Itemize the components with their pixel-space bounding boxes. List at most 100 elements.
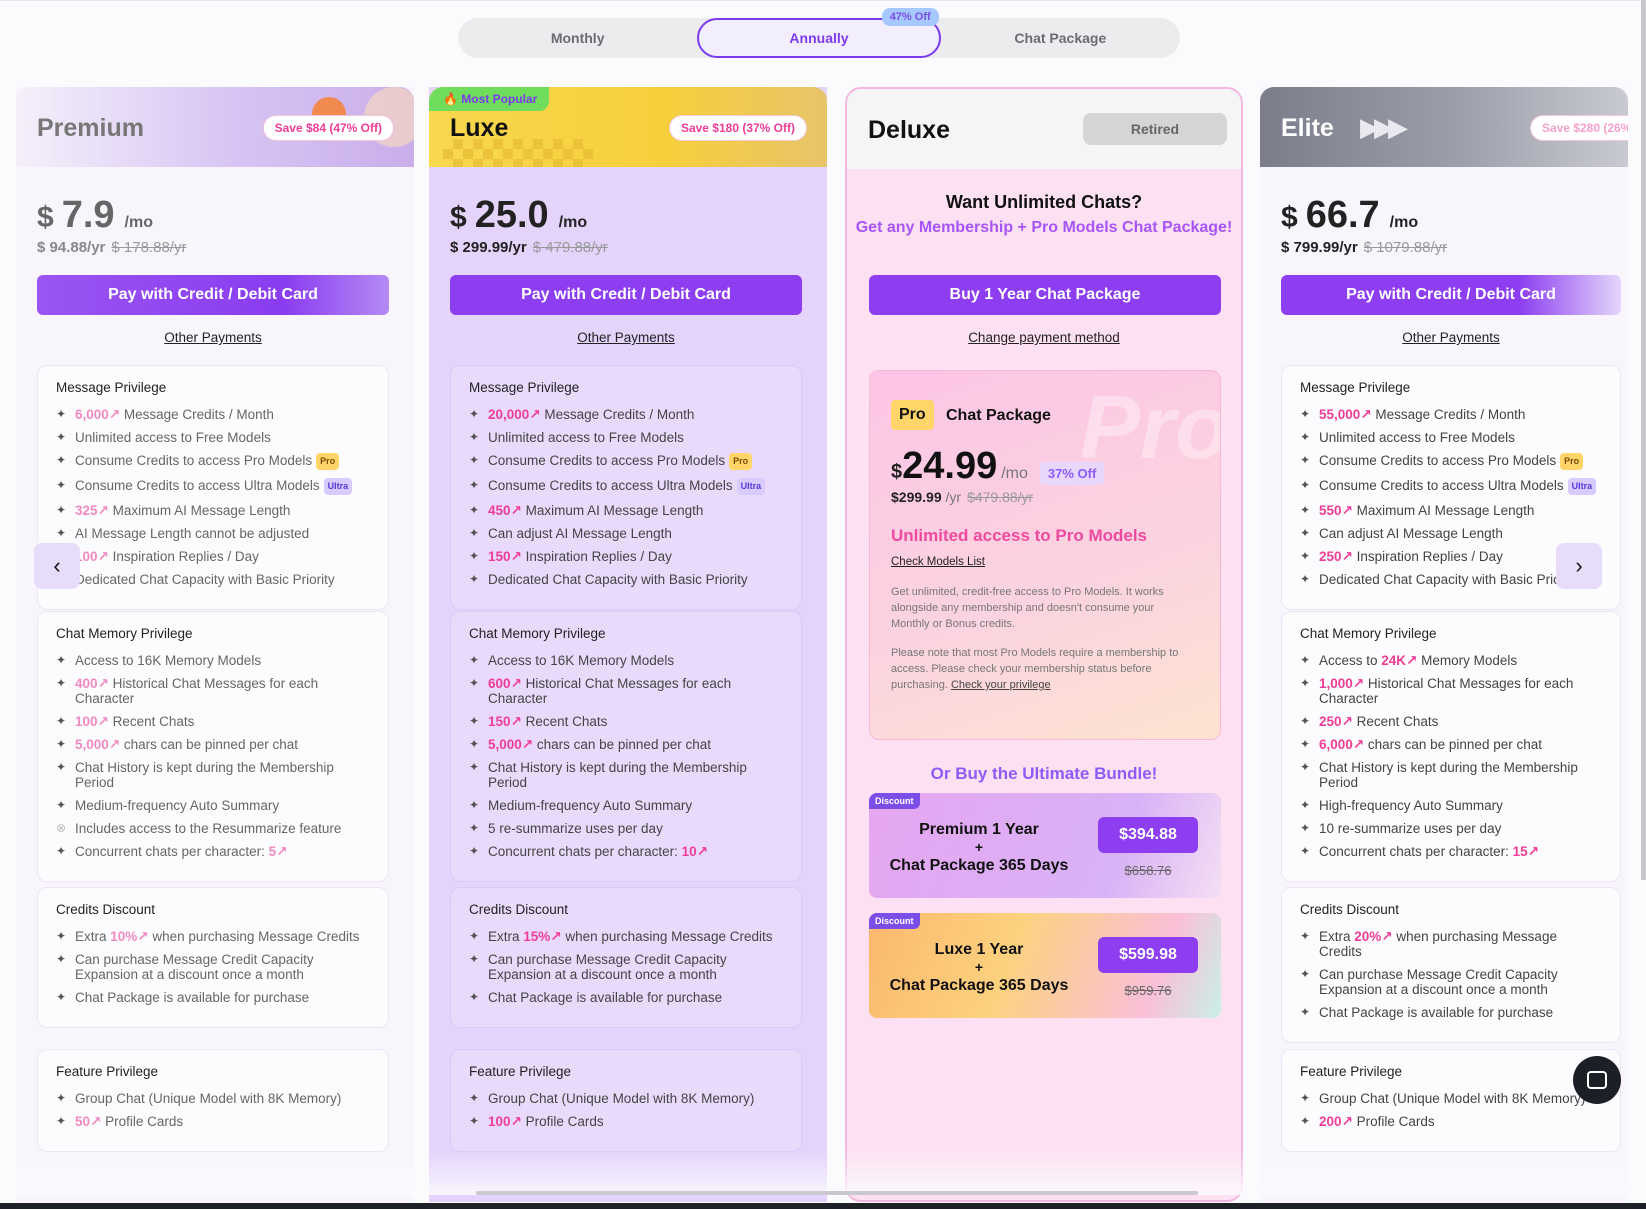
bundle-old-price: $658.76 [1124,863,1172,878]
privilege-item: Consume Credits to access Ultra ModelsUl… [56,478,370,495]
privilege-item: 6,000↗ Message Credits / Month [56,407,370,422]
highlight-value: 10 [681,844,697,859]
pro-chip: Pro [891,400,934,430]
privilege-item: Unlimited access to Free Models [469,430,783,445]
privilege-item: AI Message Length cannot be adjusted [56,526,370,541]
horizontal-scrollbar[interactable] [476,1191,1198,1195]
chat-bubble-icon[interactable] [1573,1056,1621,1104]
feature-privilege-section: Feature Privilege Group Chat (Unique Mode… [450,1049,802,1152]
privilege-item: Access to 16K Memory Models [469,653,783,668]
chat-memory-section: Chat Memory PrivilegeAccess to 24K↗ Memo… [1281,611,1621,882]
privilege-item: 5 re-summarize uses per day [469,821,783,836]
up-arrow-icon: ↗ [1381,929,1393,944]
yearly-price: $ 94.88/yr $ 178.88/yr [37,239,186,256]
other-payments-link[interactable]: Other Payments [37,330,389,345]
pay-card-button[interactable]: Pay with Credit / Debit Card [37,275,389,315]
pro-tag: Pro [729,453,753,470]
privilege-item: 50↗ Profile Cards [56,1114,370,1129]
privilege-item: 325↗ Maximum AI Message Length [56,503,370,518]
privilege-text: Unlimited access to Free Models [75,430,271,445]
up-arrow-icon: ↗ [1341,714,1353,729]
price-period: /mo [1001,465,1028,482]
chevron-left-icon[interactable]: ‹ [34,543,80,589]
privilege-item: Chat History is kept during the Membersh… [1300,760,1602,790]
privilege-text: Dedicated Chat Capacity with Basic Prior… [1319,572,1579,587]
yearly-old-price: $ 479.88/yr [532,239,608,256]
privilege-text: Historical Chat Messages for each Charac… [75,676,319,706]
privilege-text: Group Chat (Unique Model with 8K Memory) [75,1091,342,1106]
highlight-value: 20% [1354,929,1382,944]
section-title: Feature Privilege [56,1064,159,1079]
privilege-item: Includes access to the Resummarize featu… [56,821,370,836]
bundle-luxe[interactable]: Discount Luxe 1 Year + Chat Package 365 … [869,913,1221,1018]
unlimited-pro-heading: Unlimited access to Pro Models [891,526,1148,545]
plan-header: Premium Save $84 (47% Off) [16,87,414,167]
privilege-text: Unlimited access to Free Models [1319,430,1515,445]
pay-card-button[interactable]: Pay with Credit / Debit Card [450,275,802,315]
highlight-value: 150 [488,549,511,564]
plan-card-deluxe: Deluxe Retired Want Unlimited Chats? Get… [845,87,1243,1202]
chat-package-note: Please note that most Pro Models require… [891,645,1181,693]
privilege-item: 150↗ Recent Chats [469,714,783,729]
vertical-scrollbar[interactable] [1641,0,1646,880]
bundle-premium[interactable]: Discount Premium 1 Year + Chat Package 3… [869,793,1221,898]
section-title: Message Privilege [56,380,167,395]
bundle-price-button[interactable]: $599.98 [1098,937,1198,973]
privilege-text: 10 re-summarize uses per day [1319,821,1502,836]
privilege-list: Access to 24K↗ Memory Models1,000↗ Histo… [1300,653,1602,859]
tab-monthly[interactable]: Monthly [458,18,697,58]
privilege-item: Access to 24K↗ Memory Models [1300,653,1602,668]
bundle-plus: + [974,959,984,975]
other-payments-link[interactable]: Other Payments [450,330,802,345]
credits-discount-section: Credits Discount Extra 10%↗ when purchasi… [37,887,389,1028]
check-models-list-link[interactable]: Check Models List [891,556,985,568]
plan-name: Elite [1281,114,1334,142]
retired-badge: Retired [1083,113,1227,145]
price: $ 25.0 /mo [450,194,587,237]
ultra-tag: Ultra [1567,478,1597,495]
bundle-price-button[interactable]: $394.88 [1098,817,1198,853]
privilege-text: Concurrent chats per character: [75,844,269,859]
plan-name: Luxe [450,114,509,142]
billing-period-toggle[interactable]: Monthly Annually 47% Off Chat Package [458,8,1180,58]
up-arrow-icon: ↗ [97,676,109,691]
price-period: /mo [1389,214,1419,231]
privilege-item: Extra 20%↗ when purchasing Message Credi… [1300,929,1602,959]
bundle-plus: + [974,839,984,855]
other-payments-link[interactable]: Other Payments [1281,330,1621,345]
privilege-item: Can purchase Message Credit Capacity Exp… [1300,967,1602,997]
privilege-item: 20,000↗ Message Credits / Month [469,407,783,422]
privilege-item: Concurrent chats per character: 5↗ [56,844,370,859]
privilege-text: Consume Credits to access Ultra Models [488,478,733,493]
privilege-item: Concurrent chats per character: 10↗ [469,844,783,859]
up-arrow-icon: ↗ [1406,653,1418,668]
pay-card-button[interactable]: Pay with Credit / Debit Card [1281,275,1621,315]
privilege-text: Consume Credits to access Ultra Models [75,478,320,493]
buy-chat-package-button[interactable]: Buy 1 Year Chat Package [869,275,1221,315]
up-arrow-icon: ↗ [90,1114,102,1129]
highlight-value: 250 [1319,549,1342,564]
privilege-item: Extra 10%↗ when purchasing Message Credi… [56,929,370,944]
plan-card-luxe: 🔥 Most Popular Luxe Save $180 (37% Off) … [429,87,827,1202]
save-badge: Save $280 (26% Off) [1529,115,1628,141]
privilege-list: 20,000↗ Message Credits / Month Unlimited… [469,407,783,587]
up-arrow-icon: ↗ [521,737,534,752]
check-privilege-link[interactable]: Check your privilege [951,679,1051,691]
tab-chat-package[interactable]: Chat Package [941,18,1180,58]
privilege-item: Dedicated Chat Capacity with Basic Prior… [56,572,370,587]
tab-annually[interactable]: Annually 47% Off [697,8,941,58]
yearly-unit: /yr [941,489,962,505]
privilege-text: chars can be pinned per chat [1364,737,1542,752]
most-popular-badge: 🔥 Most Popular [429,87,550,111]
privilege-item: Consume Credits to access Pro ModelsPro [469,453,783,470]
ultra-tag: Ultra [736,478,766,495]
bundle-plan: Premium 1 Year [919,821,1039,838]
currency-symbol: $ [891,461,903,483]
highlight-value: 100 [75,714,98,729]
privilege-text: Maximum AI Message Length [521,503,704,518]
change-payment-method-link[interactable]: Change payment method [847,330,1241,345]
privilege-text: Group Chat (Unique Model with 8K Memory) [1319,1091,1586,1106]
privilege-item: Group Chat (Unique Model with 8K Memory) [56,1091,370,1106]
highlight-value: 6,000 [75,407,109,422]
chevron-right-icon[interactable]: › [1556,543,1602,589]
